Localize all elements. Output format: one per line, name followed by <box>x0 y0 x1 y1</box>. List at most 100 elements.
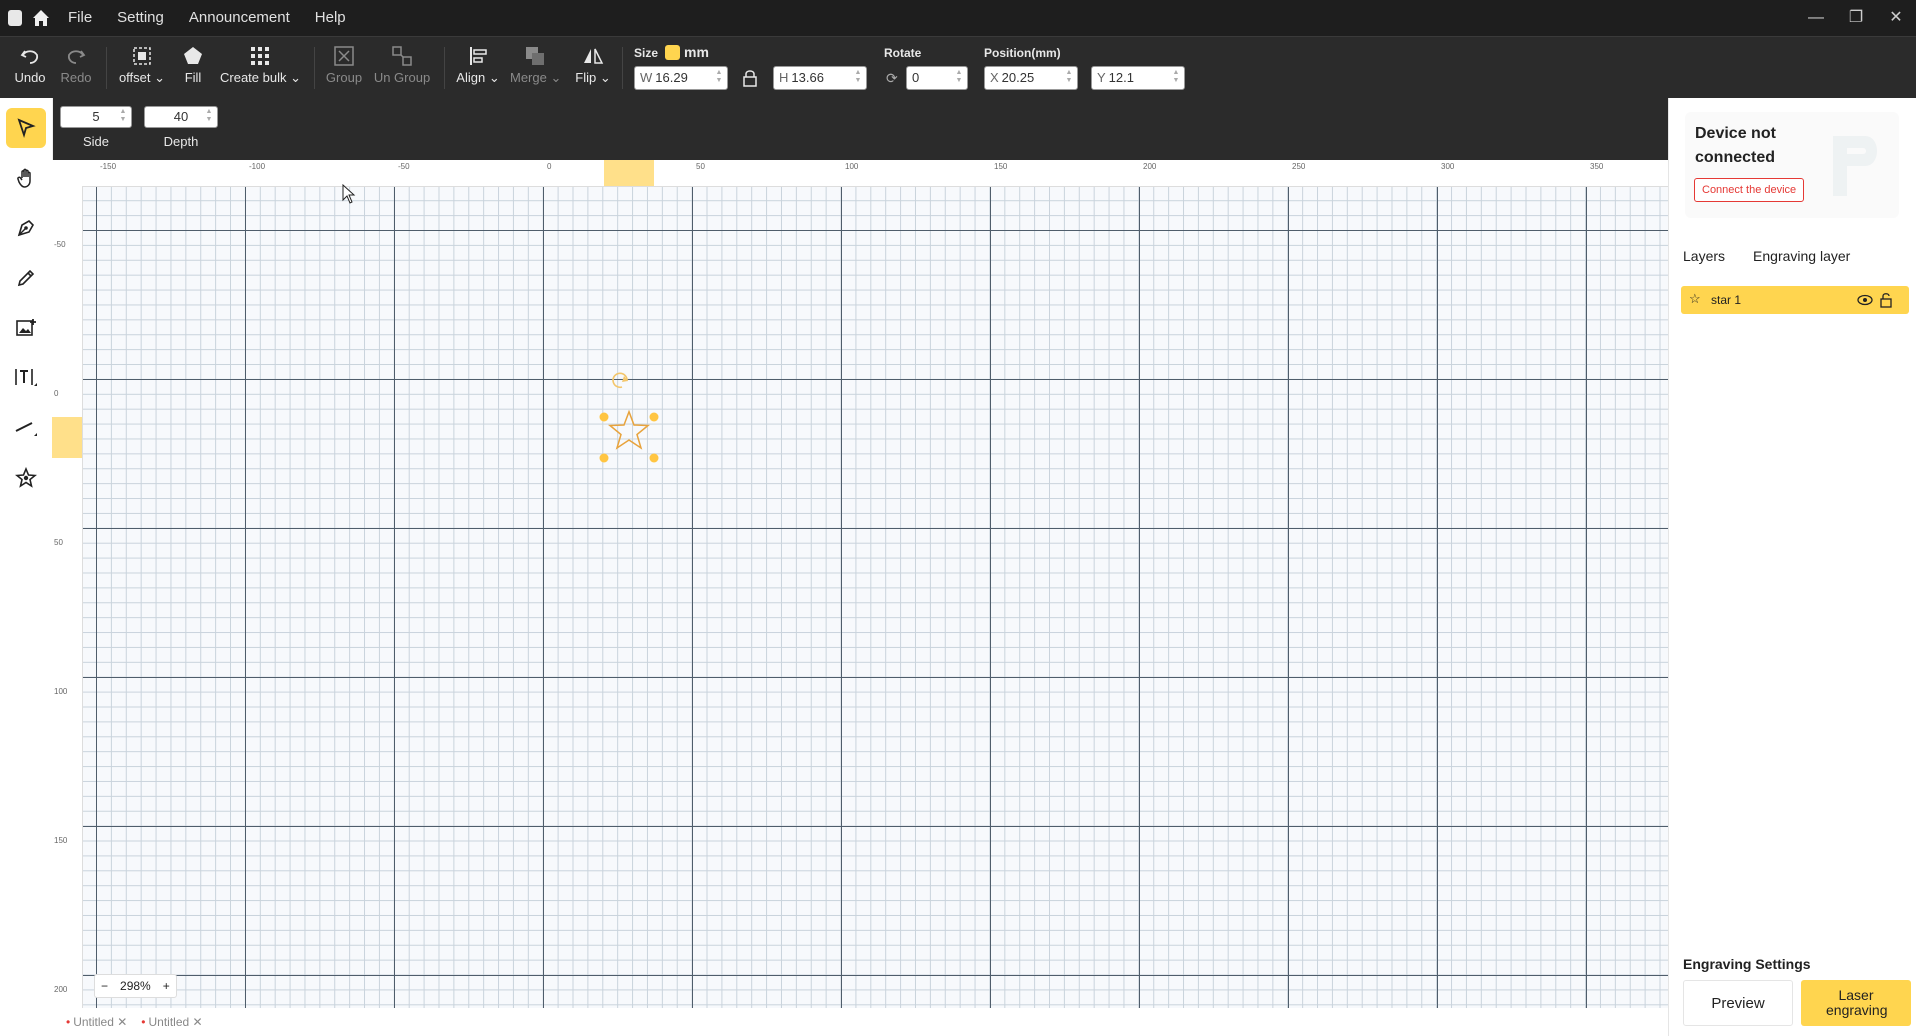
resize-handle[interactable] <box>649 453 659 463</box>
ungroup-label: Un Group <box>373 70 431 85</box>
menu-help[interactable]: Help <box>315 0 346 36</box>
group-label: Group <box>325 70 363 85</box>
unit-toggle[interactable] <box>665 45 680 60</box>
file-tab-label: Untitled <box>148 1015 190 1029</box>
title-bar: File Setting Announcement Help — ❐ ✕ <box>0 0 1916 36</box>
flip-button[interactable]: Flip ⌄ <box>572 45 614 86</box>
menu-setting[interactable]: Setting <box>117 0 164 36</box>
redo-button[interactable]: Redo <box>56 45 96 85</box>
y-value: 12.1 <box>1108 70 1134 85</box>
menu-announcement[interactable]: Announcement <box>189 0 290 36</box>
group-icon <box>334 46 354 66</box>
ruler-tick: -50 <box>54 240 66 249</box>
design-canvas[interactable] <box>52 160 1668 1008</box>
zoom-in-button[interactable]: + <box>157 979 176 993</box>
align-button[interactable]: Align ⌄ <box>456 45 500 86</box>
ruler-tick: 150 <box>54 836 68 845</box>
close-tab-icon[interactable]: ✕ <box>193 1015 203 1029</box>
offset-button[interactable]: offset ⌄ <box>116 45 168 86</box>
width-input[interactable]: W 16.29 ▲ ▼ <box>634 66 728 90</box>
ruler-tick: 50 <box>54 538 63 547</box>
layer-item[interactable]: ☆ star 1 <box>1681 286 1909 314</box>
mouse-cursor-icon <box>342 183 356 207</box>
select-tool[interactable] <box>6 108 46 148</box>
tab-layers[interactable]: Layers <box>1683 248 1725 264</box>
hand-tool[interactable] <box>6 158 46 198</box>
align-left-icon <box>470 47 487 65</box>
y-stepper[interactable]: ▲ ▼ <box>1170 69 1182 87</box>
undo-icon <box>20 50 39 64</box>
restore-icon[interactable]: ❐ <box>1836 0 1876 36</box>
resize-handle[interactable] <box>599 412 609 422</box>
ruler-tick: -100 <box>249 162 266 171</box>
toolbar-divider <box>622 47 623 89</box>
unlock-icon[interactable] <box>1879 292 1893 308</box>
shape-tool[interactable] <box>6 458 46 498</box>
main-toolbar: Undo Redo offset ⌄ Fill Create bulk ⌄ Gr… <box>0 36 1916 99</box>
minimize-icon[interactable]: — <box>1796 0 1836 36</box>
group-button[interactable]: Group <box>324 45 364 85</box>
height-stepper[interactable]: ▲ ▼ <box>852 69 864 87</box>
pen-nib-icon <box>17 220 34 237</box>
tab-engraving-layer[interactable]: Engraving layer <box>1753 248 1850 264</box>
y-prefix: Y <box>1097 70 1106 85</box>
home-icon[interactable] <box>30 7 52 29</box>
side-stepper[interactable]: ▲ ▼ <box>117 108 129 126</box>
ruler-tick: 50 <box>696 162 705 171</box>
fill-button[interactable]: Fill <box>178 45 208 85</box>
pencil-tool[interactable] <box>6 258 46 298</box>
rotate-stepper[interactable]: ▲ ▼ <box>953 69 965 87</box>
ruler-tick: 300 <box>1441 162 1455 171</box>
y-input[interactable]: Y 12.1 ▲ ▼ <box>1091 66 1185 90</box>
side-input[interactable]: 5 ▲ ▼ <box>60 106 132 128</box>
text-icon <box>15 369 37 386</box>
rotate-input[interactable]: 0 ▲ ▼ <box>906 66 968 90</box>
width-value: 16.29 <box>655 70 688 85</box>
layer-name: star 1 <box>1711 293 1742 307</box>
create-bulk-button[interactable]: Create bulk ⌄ <box>220 45 301 86</box>
toolbar-divider <box>314 47 315 89</box>
x-value: 20.25 <box>1001 70 1035 85</box>
x-stepper[interactable]: ▲ ▼ <box>1063 69 1075 87</box>
x-input[interactable]: X 20.25 ▲ ▼ <box>984 66 1078 90</box>
connect-device-button[interactable]: Connect the device <box>1694 178 1805 202</box>
create-bulk-label: Create bulk <box>220 70 287 85</box>
pen-tool[interactable] <box>6 208 46 248</box>
zoom-out-button[interactable]: − <box>95 979 114 993</box>
laser-engraving-button[interactable]: Laser engraving <box>1801 980 1911 1026</box>
line-tool[interactable] <box>6 408 46 448</box>
close-tab-icon[interactable]: ✕ <box>117 1015 127 1029</box>
file-tab[interactable]: • Untitled ✕ <box>66 1015 127 1029</box>
close-icon[interactable]: ✕ <box>1876 0 1916 36</box>
rotate-value: 0 <box>912 70 920 85</box>
height-input[interactable]: H 13.66 ▲ ▼ <box>773 66 867 90</box>
height-value: 13.66 <box>791 70 824 85</box>
width-stepper[interactable]: ▲ ▼ <box>713 69 725 87</box>
panel-tabs: Layers Engraving layer <box>1683 248 1878 264</box>
eye-icon[interactable] <box>1857 294 1873 306</box>
left-toolbar <box>0 98 53 1036</box>
text-tool[interactable] <box>6 358 46 398</box>
lock-icon[interactable] <box>742 69 758 90</box>
depth-stepper[interactable]: ▲ ▼ <box>203 108 215 126</box>
ruler-tick: -150 <box>100 162 117 171</box>
undo-button[interactable]: Undo <box>10 45 50 85</box>
zoom-control: − 298% + <box>94 974 177 998</box>
side-value: 5 <box>92 109 100 124</box>
ungroup-button[interactable]: Un Group <box>372 45 432 85</box>
device-card: Device not connected Connect the device <box>1685 112 1899 218</box>
resize-handle[interactable] <box>649 412 659 422</box>
ruler-left: -50 0 50 100 150 200 <box>52 186 83 1008</box>
file-tab[interactable]: • Untitled ✕ <box>141 1015 202 1029</box>
preview-button[interactable]: Preview <box>1683 980 1793 1026</box>
menu-file[interactable]: File <box>68 0 92 36</box>
menu-bar: File Setting Announcement Help <box>68 0 371 36</box>
depth-input[interactable]: 40 ▲ ▼ <box>144 106 218 128</box>
merge-button[interactable]: Merge ⌄ <box>510 45 561 86</box>
ruler-tick: 0 <box>54 389 59 398</box>
redo-label: Redo <box>60 70 92 85</box>
resize-handle[interactable] <box>599 453 609 463</box>
rotate-handle[interactable] <box>612 372 628 389</box>
star-shape[interactable] <box>607 409 651 450</box>
image-tool[interactable] <box>6 308 46 348</box>
